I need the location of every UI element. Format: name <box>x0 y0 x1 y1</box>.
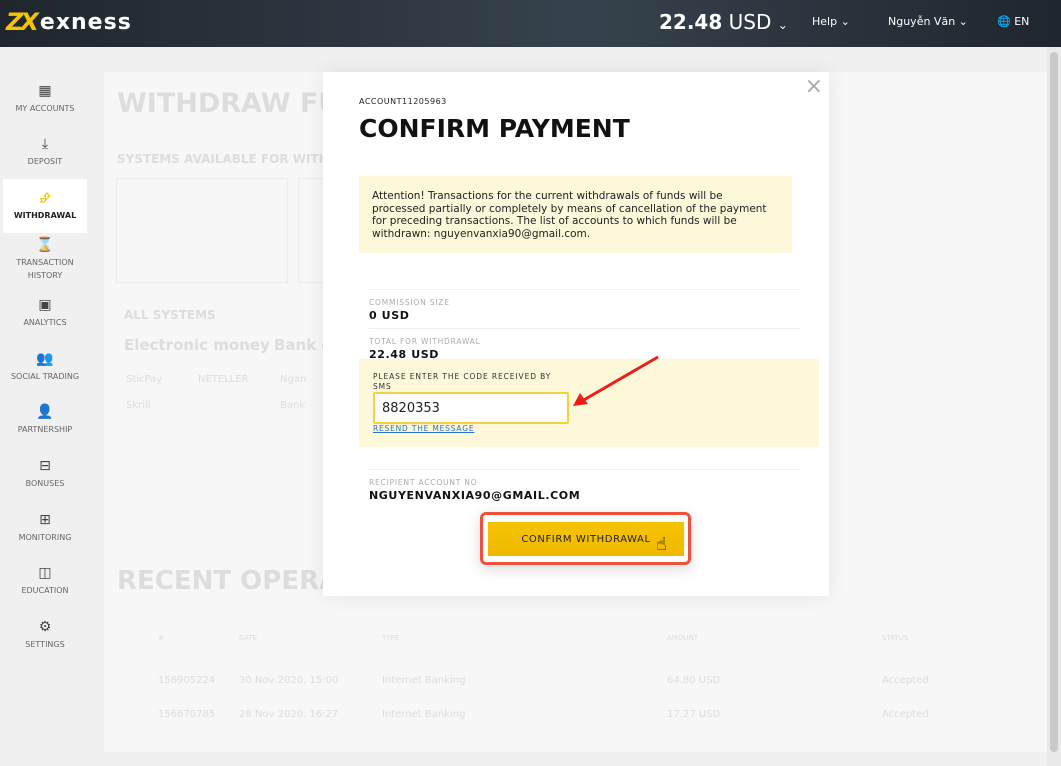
book-icon: ◫ <box>38 565 52 582</box>
language-menu[interactable]: 🌐 EN <box>997 15 1029 28</box>
all-systems-heading: ALL SYSTEMS <box>124 308 216 322</box>
sidebar-item-my-accounts[interactable]: ▦ MY ACCOUNTS <box>0 72 90 126</box>
payment-system-card[interactable] <box>116 178 288 283</box>
method-bank[interactable]: Bank <box>280 400 305 411</box>
chevron-down-icon: ⌄ <box>958 15 968 28</box>
scrollbar[interactable] <box>1047 47 1061 766</box>
scrollbar-thumb[interactable] <box>1050 52 1058 752</box>
cell: Internet Banking <box>382 675 466 686</box>
globe-icon: 🌐 <box>997 15 1011 28</box>
modal-title: CONFIRM PAYMENT <box>359 114 630 143</box>
column-header: STATUS <box>882 634 909 642</box>
cell: Internet Banking <box>382 709 466 720</box>
people-icon: 👥 <box>36 350 54 367</box>
tab-electronic-money[interactable]: Electronic money <box>124 336 270 354</box>
exness-logo-icon: ZX <box>6 8 39 36</box>
sidebar: ▦ MY ACCOUNTS ⤓ DEPOSIT ⮵ WITHDRAWAL ⌛ TRANS… <box>0 72 90 662</box>
method-sticpay[interactable]: SticPay <box>126 374 162 385</box>
briefcase-icon: ⊞ <box>39 511 51 528</box>
column-header: AMOUNT <box>667 634 698 642</box>
gift-icon: ⊟ <box>39 457 51 474</box>
sidebar-item-partnership[interactable]: 👤 PARTNERSHIP <box>0 394 90 448</box>
sidebar-item-social-trading[interactable]: 👥 SOCIAL TRADING <box>0 340 90 394</box>
logo[interactable]: ZX exness <box>6 8 132 36</box>
chevron-down-icon: ⌄ <box>777 18 788 32</box>
confirm-payment-modal: × ACCOUNT11205963 CONFIRM PAYMENT Attent… <box>323 72 829 596</box>
sidebar-item-deposit[interactable]: ⤓ DEPOSIT <box>0 126 90 180</box>
cell: Accepted <box>882 709 929 720</box>
attention-notice: Attention! Transactions for the current … <box>359 176 792 253</box>
cell: 17.27 USD <box>667 709 721 720</box>
method-ngan[interactable]: Ngan <box>280 374 306 385</box>
handshake-icon: 👤 <box>36 404 54 421</box>
hourglass-icon: ⌛ <box>36 237 54 254</box>
red-arrow-annotation <box>573 355 659 406</box>
user-menu[interactable]: Nguyễn Văn ⌄ <box>888 15 968 28</box>
sidebar-item-bonuses[interactable]: ⊟ BONUSES <box>0 447 90 501</box>
upload-arrow-icon: ⮵ <box>39 189 51 206</box>
sidebar-item-monitoring[interactable]: ⊞ MONITORING <box>0 501 90 555</box>
method-neteller[interactable]: NETELLER <box>198 374 249 385</box>
chevron-down-icon: ⌄ <box>840 15 850 28</box>
commission-field: COMMISSION SIZE 0 USD <box>369 289 801 322</box>
method-skrill[interactable]: Skrill <box>126 400 151 411</box>
cell: 156905224 <box>158 675 216 686</box>
account-number: ACCOUNT11205963 <box>359 97 447 106</box>
sidebar-item-analytics[interactable]: ▣ ANALYTICS <box>0 286 90 340</box>
column-header: # <box>158 634 164 642</box>
cell: Accepted <box>882 675 929 686</box>
cell: 156670785 <box>158 709 216 720</box>
download-icon: ⤓ <box>41 136 49 153</box>
cell: 64.80 USD <box>667 675 721 686</box>
chart-board-icon: ▣ <box>38 297 52 314</box>
sidebar-item-settings[interactable]: ⚙ SETTINGS <box>0 608 90 662</box>
resend-message-link[interactable]: RESEND THE MESSAGE <box>373 424 474 433</box>
recipient-field: RECIPIENT ACCOUNT NO NGUYENVANXIA90@GMAIL… <box>369 469 801 502</box>
top-bar: ZX exness 22.48 USD ⌄ Help ⌄ Nguyễn Văn ⌄… <box>0 0 1061 47</box>
confirm-withdrawal-button[interactable]: CONFIRM WITHDRAWAL <box>488 522 684 556</box>
column-header: DATE <box>239 634 258 642</box>
sidebar-item-transaction-history[interactable]: ⌛ TRANSACTION HISTORY <box>0 233 90 287</box>
cell: 30 Nov 2020, 15:00 <box>239 675 339 686</box>
close-icon[interactable]: × <box>805 74 823 99</box>
cell: 28 Nov 2020, 16:27 <box>239 709 339 720</box>
gear-icon: ⚙ <box>38 618 52 635</box>
sidebar-item-withdrawal[interactable]: ⮵ WITHDRAWAL <box>3 179 87 233</box>
grid-icon: ▦ <box>38 82 52 99</box>
balance-dropdown[interactable]: 22.48 USD ⌄ <box>659 10 788 34</box>
column-header: TYPE <box>382 634 400 642</box>
sidebar-item-education[interactable]: ◫ EDUCATION <box>0 554 90 608</box>
sms-code-input[interactable] <box>373 392 569 424</box>
hand-cursor-icon: ☝ <box>656 534 667 555</box>
help-menu[interactable]: Help ⌄ <box>812 15 850 28</box>
